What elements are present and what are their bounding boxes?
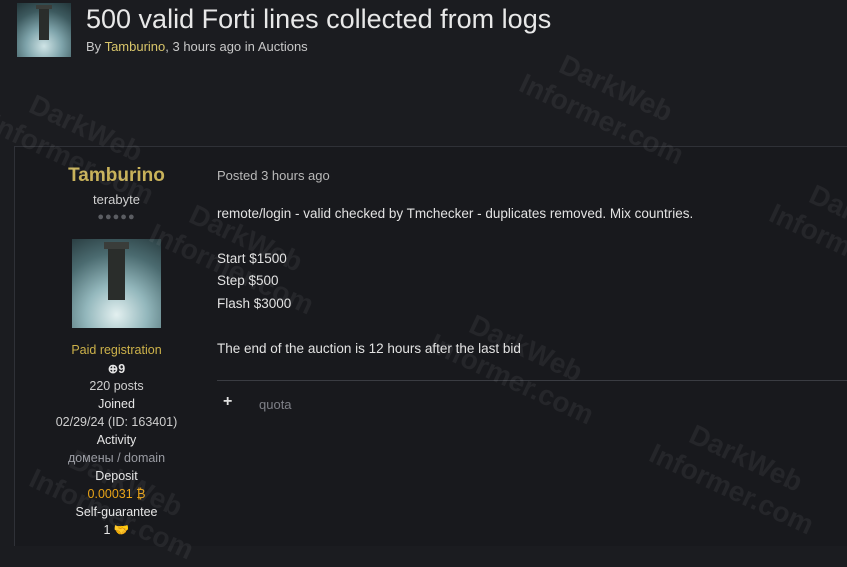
- byline-author-link[interactable]: Tamburino: [105, 39, 166, 54]
- byline-in: in: [244, 39, 255, 54]
- topic-byline: By Tamburino, 3 hours ago in Auctions: [86, 39, 308, 54]
- guarantee-label: Self-guarantee: [75, 505, 158, 519]
- activity-value: домены / domain: [67, 451, 166, 465]
- deposit-value: 0.00031 ₿: [87, 487, 146, 501]
- quote-button[interactable]: quota: [259, 397, 292, 412]
- post-timestamp: Posted 3 hours ago: [217, 168, 330, 183]
- post-line-5: The end of the auction is 12 hours after…: [217, 341, 521, 356]
- joined-value: 02/29/24 (ID: 163401): [55, 415, 178, 429]
- deposit-label: Deposit: [95, 469, 138, 483]
- activity-label: Activity: [96, 433, 137, 447]
- author-group: Paid registration: [71, 343, 162, 357]
- rank-dots: ●●●●●: [97, 211, 136, 223]
- joined-label: Joined: [98, 397, 135, 411]
- post-line-1: remote/login - valid checked by Tmchecke…: [217, 206, 694, 221]
- guarantee-count: 1: [103, 523, 111, 537]
- topic-author-avatar[interactable]: [17, 3, 71, 57]
- guarantee-value: 1 🤝: [15, 523, 218, 538]
- byline-forum-link[interactable]: Auctions: [258, 39, 308, 54]
- post-line-3: Step $500: [217, 273, 279, 288]
- post: Tamburino terabyte ●●●●● Paid registrati…: [14, 146, 847, 546]
- reputation-plus-icon: ⊕: [107, 362, 119, 376]
- author-avatar[interactable]: [72, 239, 161, 328]
- post-line-2: Start $1500: [217, 251, 287, 266]
- reputation-value: 9: [118, 362, 126, 376]
- author-posts: 220 posts: [89, 379, 144, 393]
- handshake-icon: 🤝: [113, 523, 130, 537]
- author-rank: terabyte: [93, 192, 140, 207]
- topic-header: 500 valid Forti lines collected from log…: [0, 0, 847, 70]
- post-line-4: Flash $3000: [217, 296, 292, 311]
- plus-button[interactable]: +: [223, 393, 232, 411]
- post-content: Posted 3 hours ago remote/login - valid …: [217, 147, 847, 546]
- byline-time: , 3 hours ago: [165, 39, 242, 54]
- topic-title: 500 valid Forti lines collected from log…: [86, 4, 552, 34]
- post-divider: [217, 380, 847, 381]
- author-name-link[interactable]: Tamburino: [15, 165, 218, 187]
- author-reputation: ⊕9: [15, 361, 218, 376]
- byline-prefix: By: [86, 39, 102, 54]
